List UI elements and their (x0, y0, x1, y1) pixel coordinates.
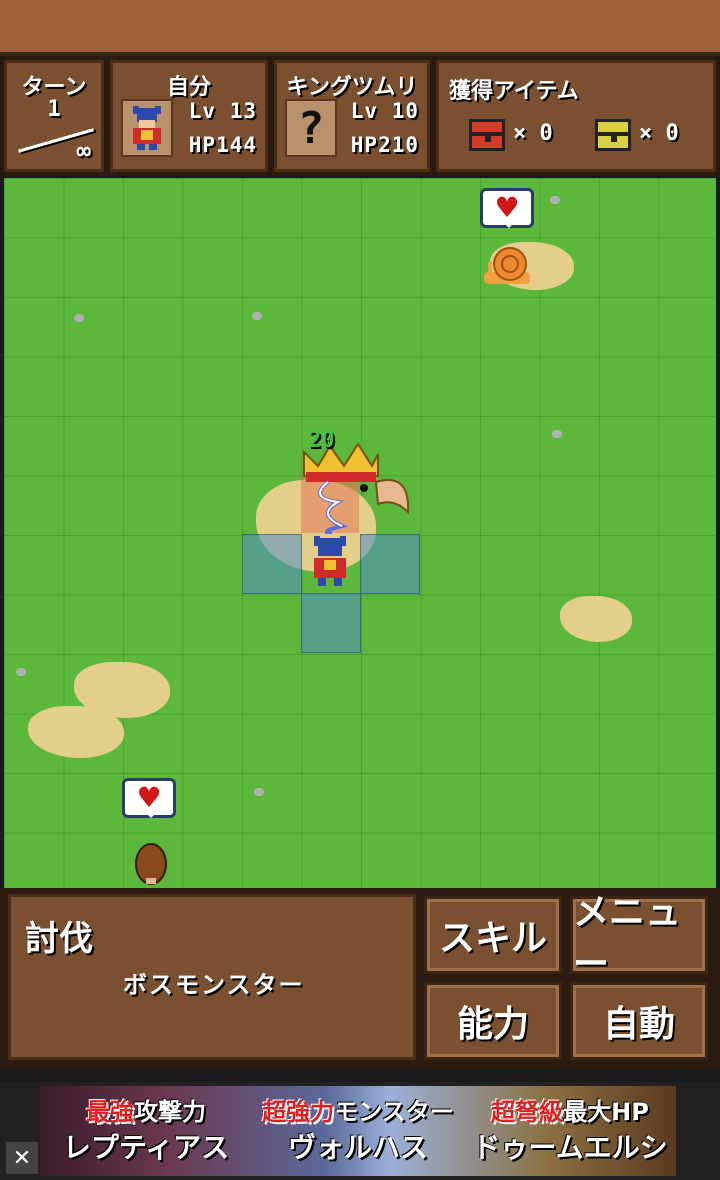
damage-number: 20 (308, 428, 335, 453)
status-hud: ターン 1 ∞ 自分 Lv 13 HP144 キングツムリ ? Lv 10 HP… (0, 56, 720, 176)
pebble (16, 668, 26, 676)
hero-icon (133, 106, 161, 150)
skill-button[interactable]: スキル (424, 896, 562, 974)
message-body: ボスモンスター (123, 971, 305, 999)
ad-headline: 超強力モンスター (262, 1098, 454, 1126)
pebble (552, 430, 562, 438)
top-bar (0, 0, 720, 56)
pebble (254, 788, 264, 796)
enemy-portrait: ? (285, 99, 337, 157)
unknown-icon: ? (297, 102, 325, 154)
menu-button[interactable]: メニュー (570, 892, 708, 985)
player-hp: HP144 (188, 133, 257, 157)
move-tile[interactable] (360, 534, 420, 594)
ad-content[interactable]: 最強攻撃力 レプティアス 超強力モンスター ヴォルハス 超弩級最大HP ドゥーム… (40, 1086, 676, 1176)
mole-icon[interactable] (134, 838, 168, 886)
red-chest-icon (469, 119, 505, 151)
heart-icon: ♥ (136, 781, 162, 814)
auto-button[interactable]: 自動 (570, 982, 708, 1060)
ad-cell[interactable]: 超弩級最大HP ドゥームエルシュ (464, 1086, 676, 1176)
game-board[interactable]: ♥ ♥ 20 (4, 178, 716, 888)
ad-headline: 超弩級最大HP (491, 1098, 649, 1126)
ad-monster-name: レプティアス (62, 1131, 230, 1164)
enemy-title: キングツムリ (286, 75, 418, 100)
turn-panel: ターン 1 ∞ (4, 60, 104, 172)
king-snail-boss-icon[interactable] (298, 442, 418, 534)
player-level: Lv 13 (188, 99, 257, 123)
turn-current: 1 (47, 97, 61, 122)
move-tile[interactable] (242, 534, 302, 594)
items-title: 獲得アイテム (449, 79, 579, 104)
heart-bubble: ♥ (480, 188, 534, 228)
yellow-chest-icon (595, 119, 631, 151)
items-panel: 獲得アイテム × 0 × 0 (436, 60, 716, 172)
ad-banner[interactable]: ✕ 最強攻撃力 レプティアス 超強力モンスター ヴォルハス 超弩級最大HP ドゥ… (0, 1082, 720, 1180)
pebble (550, 196, 560, 204)
sand-patch (28, 706, 124, 758)
heart-icon: ♥ (494, 191, 520, 224)
yellow-chest-count: × 0 (639, 121, 679, 146)
pebble (74, 314, 84, 322)
enemy-panel: キングツムリ ? Lv 10 HP210 (274, 60, 430, 172)
command-area: 討伐 ボスモンスター スキル メニュー 能力 自動 (0, 888, 720, 1068)
sand-patch (560, 596, 632, 642)
ad-headline: 最強攻撃力 (86, 1098, 206, 1126)
pebble (252, 312, 262, 320)
turn-max: ∞ (76, 137, 91, 165)
player-title: 自分 (166, 75, 211, 100)
player-panel: 自分 Lv 13 HP144 (110, 60, 268, 172)
ad-monster-name: ヴォルハス (287, 1131, 428, 1164)
message-box: 討伐 ボスモンスター (8, 894, 416, 1060)
ability-button[interactable]: 能力 (424, 982, 562, 1060)
move-tile[interactable] (301, 593, 361, 653)
hero-sprite-icon[interactable] (308, 536, 352, 588)
enemy-hp: HP210 (350, 133, 419, 157)
ad-cell[interactable]: 最強攻撃力 レプティアス (40, 1086, 252, 1176)
ad-monster-name: ドゥームエルシュ (472, 1131, 668, 1176)
close-icon[interactable]: ✕ (6, 1142, 38, 1174)
heart-bubble: ♥ (122, 778, 176, 818)
player-portrait (121, 99, 173, 157)
message-title: 討伐 (25, 919, 93, 959)
ad-cell[interactable]: 超強力モンスター ヴォルハス (252, 1086, 464, 1176)
red-chest-count: × 0 (513, 121, 553, 146)
snail-icon[interactable] (484, 244, 534, 288)
enemy-level: Lv 10 (350, 99, 419, 123)
